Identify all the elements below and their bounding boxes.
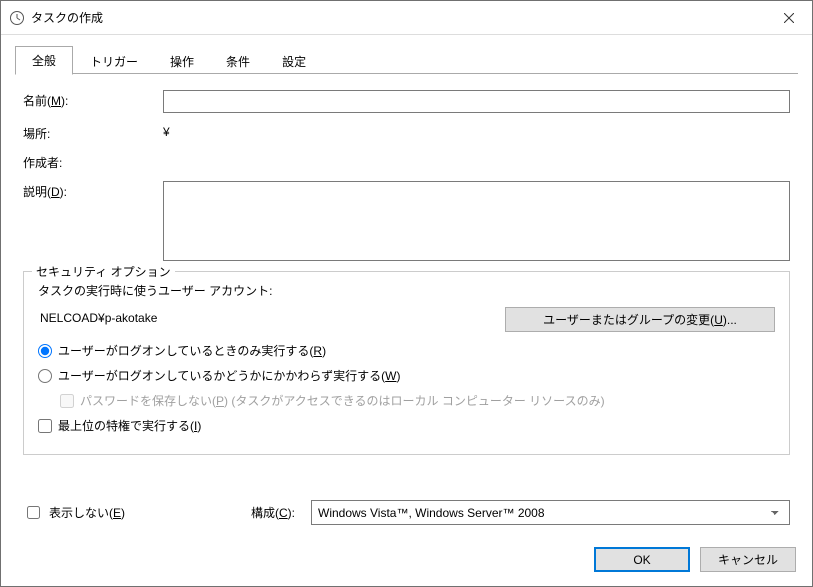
window-title: タスクの作成 [31, 9, 766, 26]
security-groupbox: セキュリティ オプション タスクの実行時に使うユーザー アカウント: NELCO… [23, 271, 790, 455]
cancel-button[interactable]: キャンセル [700, 547, 796, 572]
security-legend: セキュリティ オプション [32, 263, 175, 280]
radio-logged-on-or-not[interactable]: ユーザーがログオンしているかどうかにかかわらず実行する(W) [38, 367, 775, 384]
checkbox-no-password-input [60, 394, 74, 408]
tab-general[interactable]: 全般 [15, 46, 73, 75]
author-label: 作成者: [23, 152, 163, 171]
account-value: NELCOAD¥p-akotake [38, 308, 497, 331]
ok-button[interactable]: OK [594, 547, 690, 572]
tab-actions[interactable]: 操作 [155, 48, 209, 74]
radio-logged-on-or-not-label: ユーザーがログオンしているかどうかにかかわらず実行する(W) [58, 367, 401, 384]
change-user-button[interactable]: ユーザーまたはグループの変更(U)... [505, 307, 775, 332]
checkbox-no-password-label: パスワードを保存しない(P) (タスクがアクセスできるのはローカル コンピュータ… [80, 392, 605, 409]
radio-logged-on-only[interactable]: ユーザーがログオンしているときのみ実行する(R) [38, 342, 775, 359]
name-label: 名前(M): [23, 90, 163, 109]
radio-logged-on-only-input[interactable] [38, 344, 52, 358]
checkbox-hidden-input[interactable] [27, 506, 40, 519]
tab-settings[interactable]: 設定 [267, 48, 321, 74]
create-task-window: タスクの作成 全般 トリガー 操作 条件 設定 名前(M): 場所: ¥ 作成者… [0, 0, 813, 587]
checkbox-no-password: パスワードを保存しない(P) (タスクがアクセスできるのはローカル コンピュータ… [60, 392, 775, 409]
tab-conditions[interactable]: 条件 [211, 48, 265, 74]
checkbox-highest-priv-input[interactable] [38, 419, 52, 433]
tabpage-general: 名前(M): 場所: ¥ 作成者: 説明(D): セキュリティ オプション タス… [1, 74, 812, 494]
dialog-footer: OK キャンセル [1, 537, 812, 586]
clock-icon [9, 10, 25, 26]
description-input[interactable] [163, 181, 790, 261]
bottom-row: 表示しない(E) 構成(C): Windows Vista™, Windows … [1, 494, 812, 537]
configure-for-label: 構成(C): [223, 504, 295, 521]
location-value: ¥ [163, 123, 170, 139]
account-label: タスクの実行時に使うユーザー アカウント: [38, 282, 775, 299]
checkbox-hidden-label: 表示しない(E) [49, 504, 125, 521]
checkbox-hidden[interactable]: 表示しない(E) [23, 503, 213, 522]
close-button[interactable] [766, 1, 812, 34]
name-input[interactable] [163, 90, 790, 113]
tab-bar: 全般 トリガー 操作 条件 設定 [15, 47, 798, 74]
checkbox-highest-priv[interactable]: 最上位の特権で実行する(I) [38, 417, 775, 434]
description-label: 説明(D): [23, 181, 163, 200]
configure-for-select[interactable]: Windows Vista™, Windows Server™ 2008 [311, 500, 790, 525]
close-icon [784, 13, 794, 23]
titlebar: タスクの作成 [1, 1, 812, 35]
radio-logged-on-only-label: ユーザーがログオンしているときのみ実行する(R) [58, 342, 326, 359]
tab-triggers[interactable]: トリガー [75, 48, 153, 74]
checkbox-highest-priv-label: 最上位の特権で実行する(I) [58, 417, 201, 434]
location-label: 場所: [23, 123, 163, 142]
radio-logged-on-or-not-input[interactable] [38, 369, 52, 383]
